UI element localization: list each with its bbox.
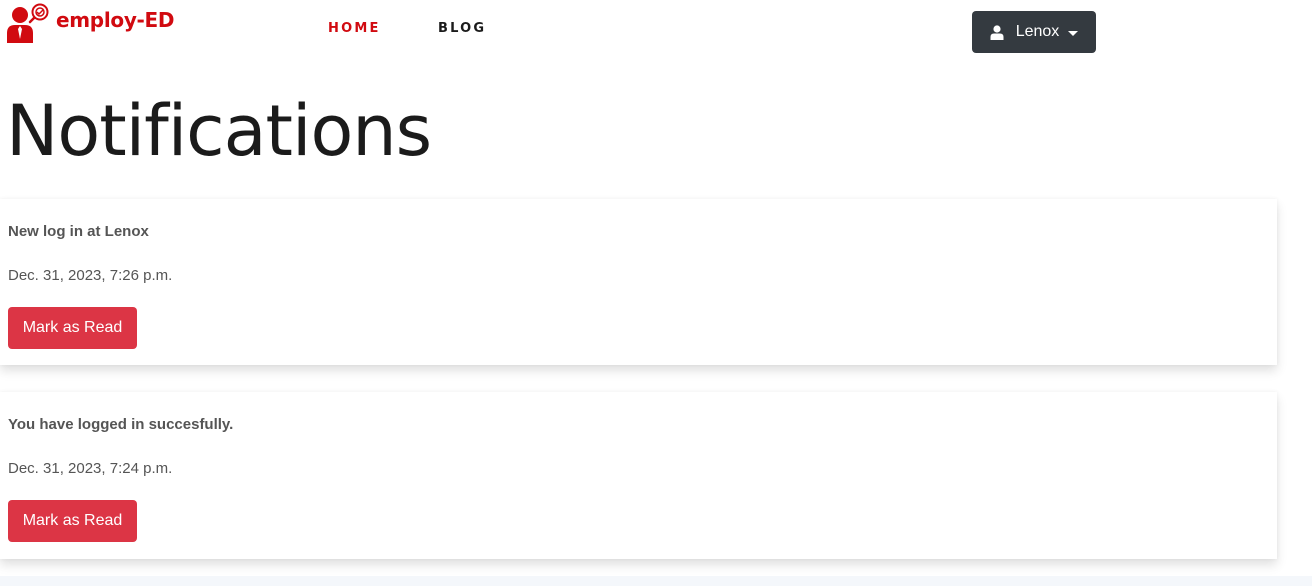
page-title: Notifications	[6, 90, 432, 172]
nav-blog-link[interactable]: BLOG	[438, 21, 486, 36]
nav-home-link[interactable]: HOME	[328, 21, 381, 36]
user-icon	[990, 24, 1004, 40]
person-tie-search-icon	[7, 3, 49, 43]
mark-as-read-button[interactable]: Mark as Read	[8, 307, 137, 349]
chevron-down-icon	[1068, 30, 1079, 36]
notification-card: New log in at Lenox Dec. 31, 2023, 7:26 …	[0, 199, 1277, 365]
notification-title: You have logged in succesfully.	[8, 416, 234, 433]
page-footer-strip	[0, 576, 1312, 586]
notification-card: You have logged in succesfully. Dec. 31,…	[0, 392, 1277, 559]
notification-date: Dec. 31, 2023, 7:26 p.m.	[8, 267, 173, 284]
mark-as-read-button[interactable]: Mark as Read	[8, 500, 137, 542]
user-dropdown-button[interactable]: Lenox	[972, 11, 1096, 53]
brand-name: employ-ED	[56, 8, 175, 32]
notification-date: Dec. 31, 2023, 7:24 p.m.	[8, 460, 173, 477]
brand-logo-link[interactable]: employ-ED	[6, 2, 175, 44]
username-label: Lenox	[1015, 23, 1060, 40]
navbar: employ-ED HOME BLOG Lenox	[0, 0, 1312, 62]
notification-title: New log in at Lenox	[8, 223, 149, 240]
